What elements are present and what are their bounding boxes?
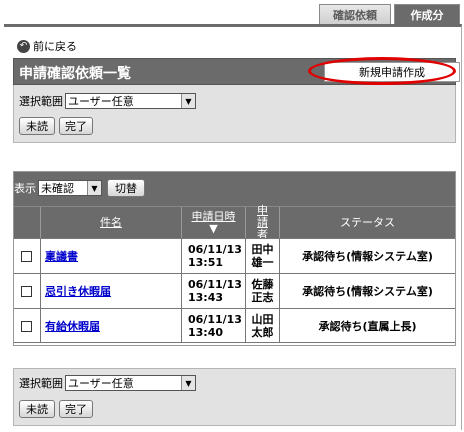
header-checkbox-col [14,207,40,239]
tab-bar: 確認依頼 作成分 [316,4,460,24]
table-header: 件名 申請日時 ▼ 申請者 ステータス [14,205,455,241]
scope-select-value: ユーザー任意 [68,377,134,390]
filter-panel-top: 選択範囲 ユーザー任意 ▼ 未読 完了 [13,85,456,143]
done-button[interactable]: 完了 [59,117,93,135]
header-applicant[interactable]: 申請者 [245,205,279,241]
scope-label: 選択範囲 [19,95,63,108]
display-select[interactable]: 未確認 ▼ [38,180,102,196]
back-link[interactable]: ↶ 前に戻る [17,38,77,54]
row-checkbox[interactable] [21,285,32,297]
applicant-name: 山田 太郎 [245,309,279,343]
scope-select[interactable]: ユーザー任意 ▼ [65,375,196,391]
request-datetime: 06/11/13 13:43 [181,274,245,308]
header-status: ステータス [279,207,455,239]
request-datetime: 06/11/13 13:40 [181,309,245,343]
status-text: 承認待ち(直属上長) [279,309,455,343]
filter-panel-bottom: 選択範囲 ユーザー任意 ▼ 未読 完了 [13,368,456,426]
toggle-button[interactable]: 切替 [107,179,145,197]
header-name[interactable]: 件名 [40,207,181,239]
dropdown-arrow-icon: ▼ [87,181,101,195]
scope-select[interactable]: ユーザー任意 ▼ [65,93,196,109]
back-arrow-icon: ↶ [17,39,30,53]
scope-label: 選択範囲 [19,377,63,390]
row-checkbox[interactable] [21,250,32,262]
sort-desc-icon: ▼ [209,222,218,235]
tab-created[interactable]: 作成分 [394,4,460,24]
request-datetime: 06/11/13 13:51 [181,239,245,273]
table-row: 忌引き休暇届 06/11/13 13:43 佐藤 正志 承認待ち(情報システム室) [14,273,455,308]
unread-button[interactable]: 未読 [19,400,55,418]
request-link[interactable]: 稟議書 [41,248,78,264]
scope-select-value: ユーザー任意 [68,95,134,108]
status-text: 承認待ち(情報システム室) [279,239,455,273]
page-title: 申請確認依頼一覧 [19,66,131,82]
display-label: 表示 [14,182,36,195]
dropdown-arrow-icon: ▼ [181,376,195,390]
done-button[interactable]: 完了 [59,400,93,418]
request-link[interactable]: 忌引き休暇届 [41,283,111,299]
request-link[interactable]: 有給休暇届 [41,318,100,334]
unread-button[interactable]: 未読 [19,117,55,135]
dropdown-arrow-icon: ▼ [181,94,195,108]
row-checkbox[interactable] [21,320,32,332]
header-date[interactable]: 申請日時 ▼ [181,207,245,239]
table-row: 稟議書 06/11/13 13:51 田中 雄一 承認待ち(情報システム室) [14,238,455,273]
new-request-button[interactable]: 新規申請作成 [324,62,460,82]
table-row: 有給休暇届 06/11/13 13:40 山田 太郎 承認待ち(直属上長) [14,308,455,343]
page-header: 申請確認依頼一覧 新規申請作成 [13,58,460,85]
request-list: 表示 未確認 ▼ 切替 件名 申請日時 ▼ 申請者 ステータス 稟議書 06/1… [13,171,456,346]
display-select-value: 未確認 [41,182,74,195]
tab-confirm-request[interactable]: 確認依頼 [319,4,391,24]
applicant-name: 田中 雄一 [245,239,279,273]
list-toolbar: 表示 未確認 ▼ 切替 [14,172,455,206]
applicant-name: 佐藤 正志 [245,274,279,308]
status-text: 承認待ち(情報システム室) [279,274,455,308]
back-label: 前に戻る [33,40,77,53]
